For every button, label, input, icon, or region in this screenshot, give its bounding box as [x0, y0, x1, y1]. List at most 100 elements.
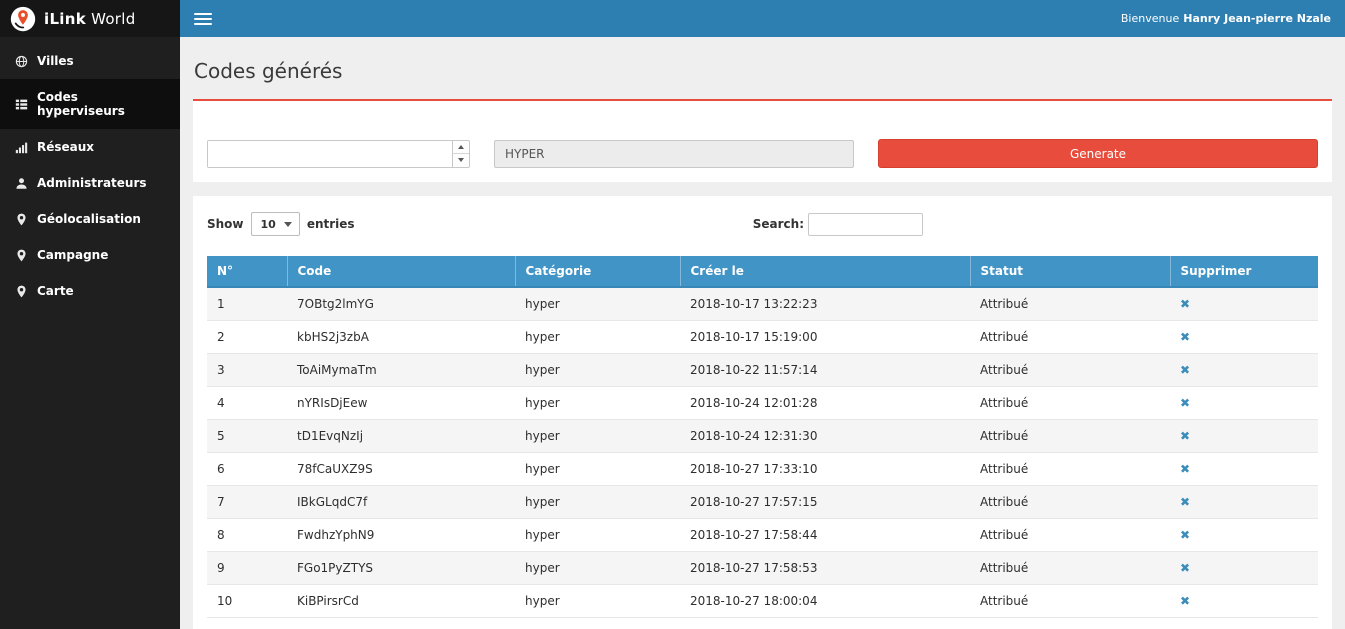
- table-row: 9 FGo1PyZTYS hyper 2018-10-27 17:58:53 A…: [207, 552, 1318, 585]
- row-number: 9: [207, 552, 287, 585]
- sidebar-item-geolocalisation[interactable]: Géolocalisation: [0, 201, 180, 237]
- delete-icon[interactable]: ✖: [1180, 561, 1190, 575]
- page-length-control: Show 10 entries: [207, 212, 355, 236]
- row-category: hyper: [515, 552, 680, 585]
- row-status: Attribué: [970, 354, 1170, 387]
- row-category: hyper: [515, 486, 680, 519]
- table-panel: Show 10 entries Search:: [193, 196, 1332, 629]
- column-header-num[interactable]: N°: [207, 256, 287, 287]
- hamburger-menu-icon[interactable]: [194, 13, 212, 25]
- user-icon: [15, 177, 28, 190]
- row-code: kbHS2j3zbA: [287, 321, 515, 354]
- sidebar-item-label: Carte: [37, 284, 74, 298]
- row-delete-cell: ✖: [1170, 354, 1318, 387]
- app-logo-icon: [10, 6, 36, 32]
- row-number: 7: [207, 486, 287, 519]
- delete-icon[interactable]: ✖: [1180, 429, 1190, 443]
- row-category: hyper: [515, 321, 680, 354]
- column-header-delete[interactable]: Supprimer: [1170, 256, 1318, 287]
- row-category: hyper: [515, 387, 680, 420]
- delete-icon[interactable]: ✖: [1180, 363, 1190, 377]
- sidebar-item-codes-hyperviseurs[interactable]: Codes hyperviseurs: [0, 79, 180, 129]
- row-status: Attribué: [970, 387, 1170, 420]
- search-control: Search:: [753, 213, 923, 236]
- sidebar-item-carte[interactable]: Carte: [0, 273, 180, 309]
- row-category: hyper: [515, 585, 680, 618]
- map-marker-icon: [15, 249, 28, 262]
- row-code: ToAiMymaTm: [287, 354, 515, 387]
- row-created: 2018-10-27 18:00:04: [680, 585, 970, 618]
- page-length-select[interactable]: 10: [251, 212, 300, 236]
- sidebar-item-label: Administrateurs: [37, 176, 147, 190]
- row-category: hyper: [515, 354, 680, 387]
- column-header-category[interactable]: Catégorie: [515, 256, 680, 287]
- search-input[interactable]: [808, 213, 923, 236]
- row-created: 2018-10-27 17:33:10: [680, 453, 970, 486]
- welcome-text: BienvenueHanry Jean-pierre Nzale: [1121, 12, 1331, 25]
- signal-icon: [15, 141, 28, 154]
- row-delete-cell: ✖: [1170, 552, 1318, 585]
- delete-icon[interactable]: ✖: [1180, 528, 1190, 542]
- column-header-created[interactable]: Créer le: [680, 256, 970, 287]
- delete-icon[interactable]: ✖: [1180, 396, 1190, 410]
- brand-name: iLink World: [44, 10, 136, 28]
- row-delete-cell: ✖: [1170, 387, 1318, 420]
- sidebar-item-reseaux[interactable]: Réseaux: [0, 129, 180, 165]
- delete-icon[interactable]: ✖: [1180, 462, 1190, 476]
- map-marker-icon: [15, 285, 28, 298]
- main-content: Codes générés Generate: [180, 37, 1345, 629]
- table-row: 4 nYRIsDjEew hyper 2018-10-24 12:01:28 A…: [207, 387, 1318, 420]
- table-body: 1 7OBtg2lmYG hyper 2018-10-17 13:22:23 A…: [207, 287, 1318, 618]
- topbar: iLink World BienvenueHanry Jean-pierre N…: [0, 0, 1345, 37]
- codes-table: N° Code Catégorie Créer le Statut Suppri…: [207, 256, 1318, 618]
- user-name: Hanry Jean-pierre Nzale: [1183, 12, 1331, 25]
- row-delete-cell: ✖: [1170, 519, 1318, 552]
- row-status: Attribué: [970, 287, 1170, 321]
- row-delete-cell: ✖: [1170, 486, 1318, 519]
- stepper-up-icon[interactable]: [453, 141, 469, 154]
- delete-icon[interactable]: ✖: [1180, 495, 1190, 509]
- row-status: Attribué: [970, 519, 1170, 552]
- row-delete-cell: ✖: [1170, 420, 1318, 453]
- row-category: hyper: [515, 453, 680, 486]
- row-created: 2018-10-22 11:57:14: [680, 354, 970, 387]
- row-created: 2018-10-24 12:31:30: [680, 420, 970, 453]
- row-code: IBkGLqdC7f: [287, 486, 515, 519]
- app-root: iLink World BienvenueHanry Jean-pierre N…: [0, 0, 1345, 629]
- row-code: 7OBtg2lmYG: [287, 287, 515, 321]
- column-header-status[interactable]: Statut: [970, 256, 1170, 287]
- row-created: 2018-10-17 13:22:23: [680, 287, 970, 321]
- column-header-code[interactable]: Code: [287, 256, 515, 287]
- row-delete-cell: ✖: [1170, 453, 1318, 486]
- delete-icon[interactable]: ✖: [1180, 297, 1190, 311]
- globe-icon: [15, 55, 28, 68]
- generate-button[interactable]: Generate: [878, 139, 1318, 168]
- stepper-down-icon[interactable]: [453, 153, 469, 167]
- sidebar-item-campagne[interactable]: Campagne: [0, 237, 180, 273]
- delete-icon[interactable]: ✖: [1180, 330, 1190, 344]
- row-number: 1: [207, 287, 287, 321]
- row-created: 2018-10-24 12:01:28: [680, 387, 970, 420]
- sidebar-item-label: Villes: [37, 54, 74, 68]
- row-created: 2018-10-27 17:57:15: [680, 486, 970, 519]
- row-delete-cell: ✖: [1170, 321, 1318, 354]
- table-header-row: N° Code Catégorie Créer le Statut Suppri…: [207, 256, 1318, 287]
- category-field[interactable]: [494, 140, 854, 168]
- list-icon: [15, 98, 28, 111]
- table-row: 1 7OBtg2lmYG hyper 2018-10-17 13:22:23 A…: [207, 287, 1318, 321]
- sidebar: Villes Codes hyperviseurs Réseaux Admini…: [0, 37, 180, 629]
- sidebar-item-label: Campagne: [37, 248, 108, 262]
- sidebar-item-administrateurs[interactable]: Administrateurs: [0, 165, 180, 201]
- row-number: 3: [207, 354, 287, 387]
- quantity-input[interactable]: [208, 141, 452, 167]
- table-row: 7 IBkGLqdC7f hyper 2018-10-27 17:57:15 A…: [207, 486, 1318, 519]
- row-status: Attribué: [970, 453, 1170, 486]
- topbar-main: BienvenueHanry Jean-pierre Nzale: [180, 0, 1345, 37]
- sidebar-item-villes[interactable]: Villes: [0, 43, 180, 79]
- sidebar-item-label: Réseaux: [37, 140, 94, 154]
- search-label: Search:: [753, 217, 804, 231]
- delete-icon[interactable]: ✖: [1180, 594, 1190, 608]
- row-status: Attribué: [970, 585, 1170, 618]
- row-code: FGo1PyZTYS: [287, 552, 515, 585]
- brand[interactable]: iLink World: [0, 0, 180, 37]
